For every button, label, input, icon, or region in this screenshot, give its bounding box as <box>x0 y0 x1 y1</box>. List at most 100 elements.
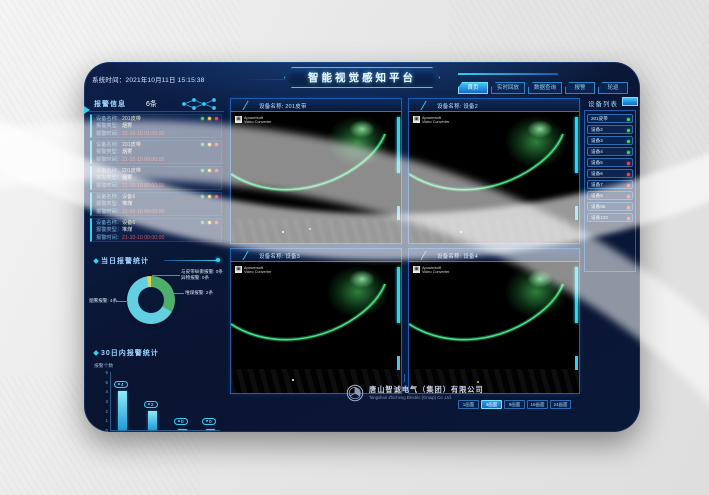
watermark-icon: ▣ <box>413 266 420 273</box>
alarm-card[interactable]: 设备名称：201皮带 报警类型：烟雾 报警时间：21-10-10 01:00:0… <box>90 114 222 138</box>
layout-button-16[interactable]: 16画面 <box>527 400 548 409</box>
device-row[interactable]: 设备4 <box>587 147 633 156</box>
video-scrollbar[interactable] <box>575 112 578 243</box>
watermark-icon: ▣ <box>413 116 420 123</box>
company-name-en: Tangshan Zhicheng Electric (Group) Co.,L… <box>369 395 452 400</box>
bar-value-badge: 0 <box>202 418 216 425</box>
status-dot-offline <box>627 195 630 198</box>
circuit-line <box>164 260 220 261</box>
topology-icon <box>180 97 220 111</box>
tunnel-floor <box>409 219 579 243</box>
alarm-type: 烟雾 <box>122 123 132 129</box>
alarm-status-leds <box>201 195 218 198</box>
device-list-tab[interactable] <box>622 97 638 106</box>
device-row[interactable]: 201皮带 <box>587 114 633 123</box>
monthly-alarm-bar-chart: 报警个数 6 5 4 3 2 1 0 4 2 0 0 烟雾 堆煤 异 <box>88 360 224 432</box>
status-dot-online <box>627 118 630 121</box>
alarm-panel: 报警信息 6条 设备名称：201皮带 报警类型：烟雾 <box>88 92 224 430</box>
video-title: 设备名称: 设备3 <box>259 252 300 260</box>
alarm-time: 21-10-10 00:00:00 <box>122 209 164 215</box>
video-scrollbar[interactable] <box>575 262 578 393</box>
video-panel-header: 设备名称: 设备4 <box>409 249 579 262</box>
alarm-card[interactable]: 设备名称：设备6 报警类型：堆煤 报警时间：21-10-10 00:00:00 <box>90 218 222 242</box>
video-panel-1: 设备名称: 201皮带 ▣ ApowersoftVideo Converter <box>230 98 402 244</box>
video-scrollbar[interactable] <box>397 262 400 393</box>
video-feed[interactable]: ▣ ApowersoftVideo Converter <box>231 262 401 393</box>
alarm-time: 21-10-10 00:00:00 <box>122 183 164 189</box>
nav-button-playback[interactable]: 实时回放 <box>491 82 525 94</box>
bar-smoke <box>118 391 127 430</box>
video-panel-header: 设备名称: 设备2 <box>409 99 579 112</box>
video-panel-header: 设备名称: 设备3 <box>231 249 401 262</box>
layout-button-24[interactable]: 24画面 <box>550 400 571 409</box>
watermark: ▣ ApowersoftVideo Converter <box>413 266 449 274</box>
y-axis <box>110 372 111 430</box>
alarm-type: 堆煤 <box>122 201 132 207</box>
status-dot-offline <box>627 173 630 176</box>
alarm-panel-title: 报警信息 <box>94 99 126 109</box>
video-title: 设备名称: 设备2 <box>437 102 478 110</box>
daily-stats-title: 当日报警统计 <box>94 256 149 266</box>
nav-button-home[interactable]: 首页 <box>458 82 488 94</box>
alarm-device: 设备6 <box>122 194 135 200</box>
layout-button-4[interactable]: 4画面 <box>481 400 502 409</box>
bar-value-badge: 2 <box>144 401 158 408</box>
video-panel-4: 设备名称: 设备4 ▣ ApowersoftVideo Converter <box>408 248 580 394</box>
watermark: ▣ ApowersoftVideo Converter <box>413 116 449 124</box>
x-axis <box>110 430 220 431</box>
system-time: 系统时间：2021年10月11日 15:15:38 <box>92 74 205 84</box>
video-feed[interactable]: ▣ ApowersoftVideo Converter <box>409 262 579 393</box>
device-row[interactable]: 设备7 <box>587 180 633 189</box>
watermark-icon: ▣ <box>235 266 242 273</box>
layout-button-9[interactable]: 9画面 <box>504 400 525 409</box>
alarm-status-leds <box>201 169 218 172</box>
status-dot-offline <box>627 184 630 187</box>
device-row[interactable]: 设备3 <box>587 136 633 145</box>
alarm-header: 报警信息 6条 <box>88 96 224 112</box>
alarm-card[interactable]: 设备名称：设备6 报警类型：堆煤 报警时间：21-10-10 00:00:00 <box>90 192 222 216</box>
alarm-type: 堆煤 <box>122 227 132 233</box>
device-row[interactable]: 设备6 <box>587 169 633 178</box>
device-row[interactable]: 设备123 <box>587 213 633 222</box>
alarm-type: 烟雾 <box>122 175 132 181</box>
device-row[interactable]: 设备8 <box>587 191 633 200</box>
desktop-background: 系统时间：2021年10月11日 15:15:38 智能视觉感知平台 首页 实时… <box>0 0 709 495</box>
video-panel-3: 设备名称: 设备3 ▣ ApowersoftVideo Converter <box>230 248 402 394</box>
layout-button-1[interactable]: 1画面 <box>458 400 479 409</box>
video-panel-header: 设备名称: 201皮带 <box>231 99 401 112</box>
alarm-time: 21-10-10 00:00:00 <box>122 157 164 163</box>
alarm-type: 烟雾 <box>122 149 132 155</box>
device-row[interactable]: 设备5 <box>587 158 633 167</box>
company-name-cn: 唐山智诚电气（集团）有限公司 <box>369 385 484 395</box>
device-row[interactable]: 设备2 <box>587 125 633 134</box>
video-scrollbar[interactable] <box>397 112 400 243</box>
top-nav: 首页 实时回放 数据查询 报警 轮巡 <box>458 82 628 94</box>
device-list: 201皮带 设备2 设备3 设备4 设备5 设备6 设备7 设备8 设备55 设… <box>584 110 636 272</box>
alarm-device: 201皮带 <box>122 116 141 122</box>
monthly-stats-title: 30日内报警统计 <box>94 348 159 358</box>
video-title: 设备名称: 设备4 <box>437 252 478 260</box>
alarm-status-leds <box>201 143 218 146</box>
nav-button-patrol[interactable]: 轮巡 <box>598 82 628 94</box>
nav-button-query[interactable]: 数据查询 <box>528 82 562 94</box>
donut-label-smoke: 烟雾报警: 4条 <box>89 298 117 304</box>
alarm-card[interactable]: 设备名称：201皮带 报警类型：烟雾 报警时间：21-10-10 00:00:0… <box>90 140 222 164</box>
video-title: 设备名称: 201皮带 <box>259 102 307 110</box>
nav-button-alarm[interactable]: 报警 <box>565 82 595 94</box>
alarm-card[interactable]: 设备名称：201皮带 报警类型：烟雾 报警时间：21-10-10 00:00:0… <box>90 166 222 190</box>
watermark: ▣ ApowersoftVideo Converter <box>235 266 271 274</box>
screen-layout-buttons: 1画面 4画面 9画面 16画面 24画面 <box>458 400 571 409</box>
watermark-icon: ▣ <box>235 116 242 123</box>
bar-coal <box>148 411 157 430</box>
device-list-title: 设备列表 <box>588 98 618 108</box>
status-dot-offline <box>627 162 630 165</box>
watermark: ▣ ApowersoftVideo Converter <box>235 116 271 124</box>
device-row[interactable]: 设备55 <box>587 202 633 211</box>
video-feed[interactable]: ▣ ApowersoftVideo Converter <box>231 112 401 243</box>
status-dot-online <box>627 140 630 143</box>
status-dot-online <box>627 151 630 154</box>
alarm-status-leds <box>201 117 218 120</box>
video-feed[interactable]: ▣ ApowersoftVideo Converter <box>409 112 579 243</box>
status-dot-offline <box>627 217 630 220</box>
alarm-list: 设备名称：201皮带 报警类型：烟雾 报警时间：21-10-10 01:00:0… <box>88 114 224 250</box>
